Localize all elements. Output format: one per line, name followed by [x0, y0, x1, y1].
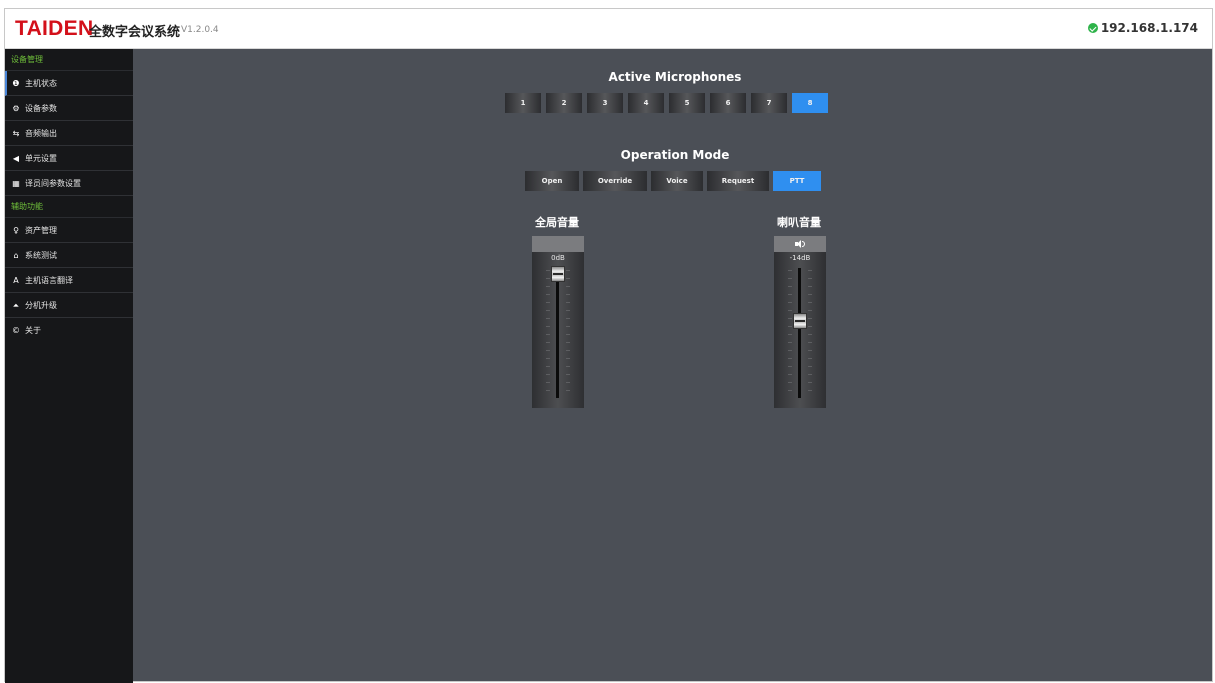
check-circle-icon — [1087, 23, 1098, 33]
app-title: 全数字会议系统 — [89, 25, 181, 40]
fader-ticks-left — [788, 270, 792, 394]
mic-button-5[interactable]: 5 — [669, 93, 705, 113]
speaker-volume-track — [798, 268, 801, 398]
volume-icon: ◀ — [12, 153, 20, 163]
font-icon: A — [13, 275, 19, 285]
ip-address: 192.168.1.174 — [1100, 21, 1198, 35]
fader-ticks-right — [566, 270, 570, 394]
global-volume-title: 全局音量 — [535, 216, 579, 229]
speaker-volume-title: 喇叭音量 — [777, 216, 821, 229]
connection-status: 192.168.1.174 — [1087, 21, 1198, 35]
sidebar-section-auxiliary: 辅助功能 — [5, 196, 133, 218]
main-panel: Active Microphones 1 2 3 4 5 6 7 8 Opera… — [133, 49, 1213, 683]
speaker-icon — [795, 240, 805, 248]
sidebar-item-label: 音频输出 — [25, 128, 57, 138]
copyright-icon: © — [12, 326, 20, 335]
user-upload-icon: ⏶ — [12, 300, 20, 310]
mode-button-row: Open Override Voice Request PTT — [525, 171, 825, 191]
speaker-volume-header[interactable] — [774, 236, 826, 252]
sidebar: 设备管理 ❶ 主机状态 ⚙ 设备参数 ⇆ 音频输出 ◀ 单元设置 ▦ 译员间参数… — [5, 49, 133, 683]
global-volume-fader[interactable]: 0dB — [532, 236, 584, 408]
brand-logo: TAIDEN — [15, 17, 94, 40]
fader-ticks-right — [808, 270, 812, 394]
map-marker-icon: ♀ — [13, 225, 19, 235]
sidebar-item-unit-settings[interactable]: ◀ 单元设置 — [5, 146, 133, 171]
sidebar-item-label: 设备参数 — [25, 103, 57, 113]
speaker-volume-fader[interactable]: -14dB — [774, 236, 826, 408]
sidebar-item-host-status[interactable]: ❶ 主机状态 — [5, 71, 133, 96]
bank-icon: ▦ — [12, 178, 20, 188]
mode-button-override[interactable]: Override — [583, 171, 647, 191]
mode-button-ptt[interactable]: PTT — [773, 171, 821, 191]
mic-button-4[interactable]: 4 — [628, 93, 664, 113]
sidebar-item-label: 译员间参数设置 — [25, 178, 81, 188]
sidebar-item-label: 资产管理 — [25, 225, 57, 235]
sidebar-item-extension-upgrade[interactable]: ⏶ 分机升级 — [5, 293, 133, 318]
global-volume-handle[interactable] — [551, 266, 565, 282]
mic-button-6[interactable]: 6 — [710, 93, 746, 113]
operation-mode-title: Operation Mode — [620, 148, 730, 162]
mode-button-request[interactable]: Request — [707, 171, 769, 191]
sidebar-item-label: 关于 — [25, 326, 41, 335]
sidebar-item-language-translation[interactable]: A 主机语言翻译 — [5, 268, 133, 293]
mic-button-row: 1 2 3 4 5 6 7 8 — [505, 93, 833, 113]
header: TAIDEN 全数字会议系统 V1.2.0.4 192.168.1.174 — [5, 9, 1212, 49]
audio-out-icon: ⇆ — [12, 128, 20, 138]
sidebar-item-label: 主机语言翻译 — [25, 275, 73, 285]
speaker-volume-handle[interactable] — [793, 313, 807, 330]
sidebar-item-label: 主机状态 — [25, 78, 57, 88]
mic-button-2[interactable]: 2 — [546, 93, 582, 113]
info-icon: ❶ — [12, 78, 20, 88]
sidebar-item-label: 分机升级 — [25, 300, 57, 310]
speaker-volume-value: -14dB — [789, 254, 811, 262]
global-volume-value: 0dB — [551, 254, 565, 262]
fader-ticks-left — [546, 270, 550, 394]
gears-icon: ⚙ — [12, 103, 20, 113]
active-microphones-title: Active Microphones — [608, 70, 742, 84]
global-volume-header — [532, 236, 584, 252]
sidebar-item-audio-output[interactable]: ⇆ 音频输出 — [5, 121, 133, 146]
sidebar-section-device-management: 设备管理 — [5, 49, 133, 71]
app-window: TAIDEN 全数字会议系统 V1.2.0.4 192.168.1.174 设备… — [4, 8, 1213, 683]
version-label: V1.2.0.4 — [181, 25, 219, 35]
mode-button-voice[interactable]: Voice — [651, 171, 703, 191]
sidebar-item-label: 系统测试 — [25, 250, 57, 260]
home-icon: ⌂ — [13, 250, 19, 260]
mode-button-open[interactable]: Open — [525, 171, 579, 191]
mic-button-3[interactable]: 3 — [587, 93, 623, 113]
mic-button-8[interactable]: 8 — [792, 93, 828, 113]
mic-button-7[interactable]: 7 — [751, 93, 787, 113]
mic-button-1[interactable]: 1 — [505, 93, 541, 113]
sidebar-item-asset-management[interactable]: ♀ 资产管理 — [5, 218, 133, 243]
global-volume-track — [556, 268, 559, 398]
sidebar-item-label: 单元设置 — [25, 153, 57, 163]
sidebar-item-device-params[interactable]: ⚙ 设备参数 — [5, 96, 133, 121]
sidebar-item-system-test[interactable]: ⌂ 系统测试 — [5, 243, 133, 268]
sidebar-item-about[interactable]: © 关于 — [5, 318, 133, 343]
sidebar-item-interpreter-params[interactable]: ▦ 译员间参数设置 — [5, 171, 133, 196]
